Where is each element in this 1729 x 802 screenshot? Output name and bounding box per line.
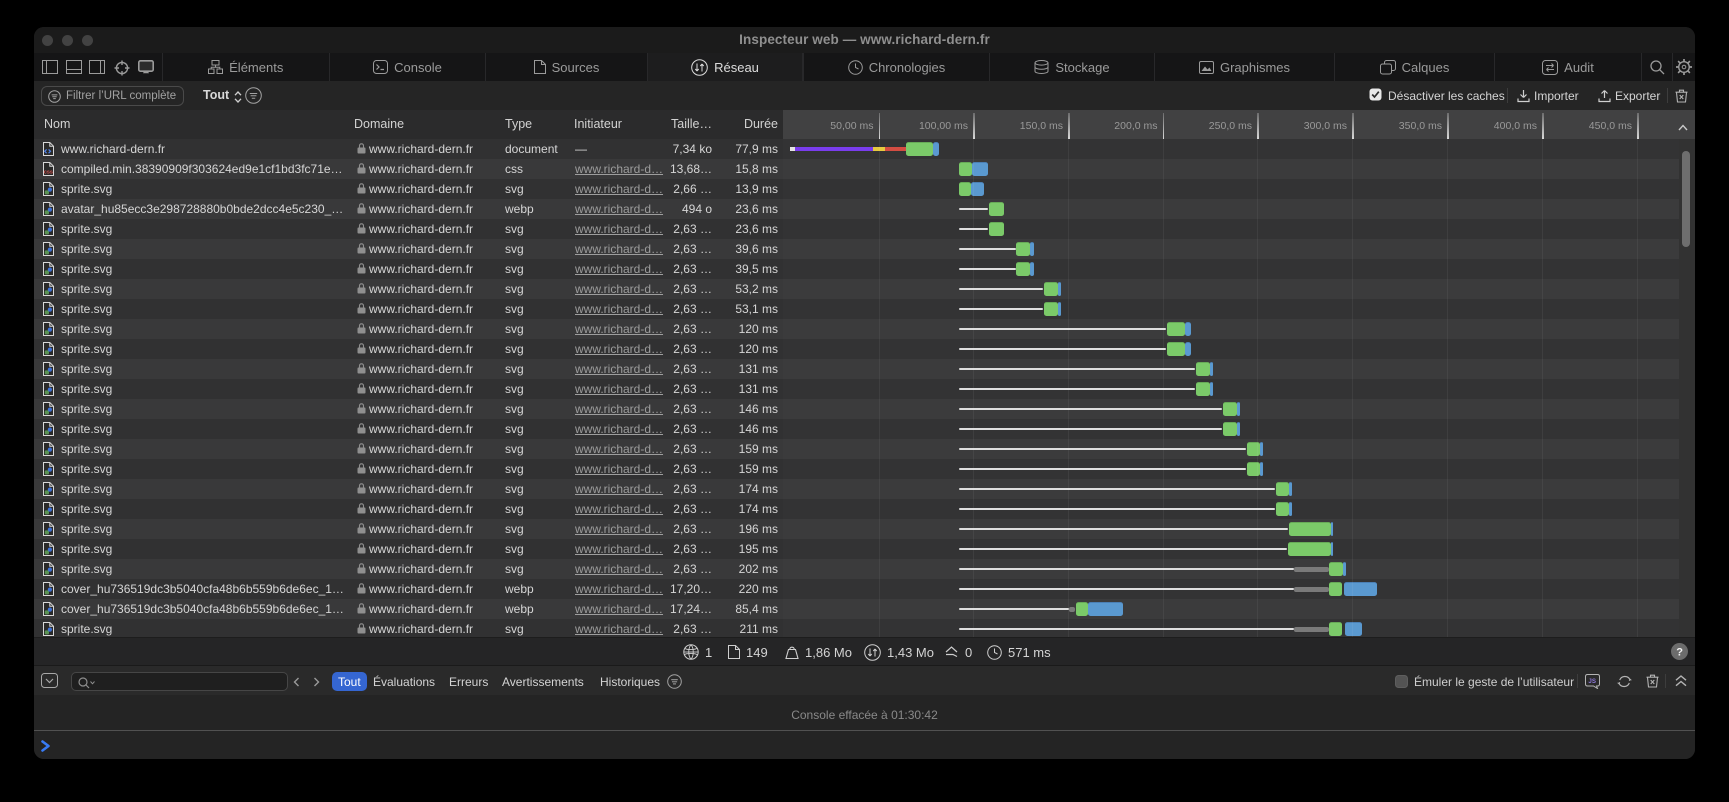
svg-text:?: ? xyxy=(1676,647,1683,659)
svg-text:JS: JS xyxy=(1588,678,1596,685)
svg-text:css: css xyxy=(44,170,53,176)
